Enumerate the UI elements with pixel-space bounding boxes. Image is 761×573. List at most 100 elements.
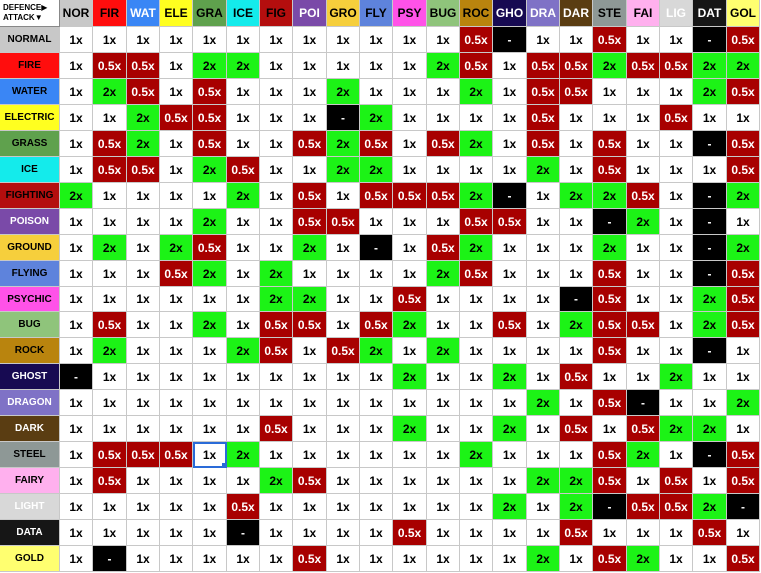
effectiveness-cell[interactable]: 2x bbox=[227, 338, 260, 364]
effectiveness-cell[interactable]: 1x bbox=[193, 520, 227, 546]
effectiveness-cell[interactable]: 2x bbox=[593, 183, 627, 209]
effectiveness-cell[interactable]: 0.5x bbox=[593, 157, 627, 183]
effectiveness-cell[interactable]: 1x bbox=[293, 53, 327, 79]
column-header-fir[interactable]: FIR bbox=[93, 0, 127, 27]
effectiveness-cell[interactable]: - bbox=[60, 364, 93, 390]
effectiveness-cell[interactable]: 2x bbox=[693, 312, 727, 338]
effectiveness-cell[interactable]: 0.5x bbox=[460, 27, 493, 53]
effectiveness-cell[interactable]: 1x bbox=[460, 287, 493, 312]
effectiveness-cell[interactable]: 2x bbox=[727, 235, 760, 261]
effectiveness-cell[interactable]: 1x bbox=[127, 364, 160, 390]
effectiveness-cell[interactable]: 1x bbox=[227, 546, 260, 572]
effectiveness-cell[interactable]: 0.5x bbox=[93, 468, 127, 494]
effectiveness-cell[interactable]: 1x bbox=[327, 494, 360, 520]
effectiveness-cell[interactable]: 2x bbox=[227, 183, 260, 209]
effectiveness-cell[interactable]: 1x bbox=[460, 312, 493, 338]
effectiveness-cell[interactable]: 1x bbox=[193, 183, 227, 209]
row-header-fire[interactable]: FIRE bbox=[0, 53, 60, 79]
effectiveness-cell[interactable]: 1x bbox=[327, 442, 360, 468]
effectiveness-cell[interactable]: 1x bbox=[493, 287, 527, 312]
effectiveness-cell[interactable]: 1x bbox=[560, 261, 593, 287]
effectiveness-cell[interactable]: 1x bbox=[493, 468, 527, 494]
row-header-psychic[interactable]: PSYCHIC bbox=[0, 287, 60, 312]
effectiveness-cell[interactable]: 2x bbox=[727, 183, 760, 209]
effectiveness-cell[interactable]: 2x bbox=[193, 209, 227, 235]
column-header-bug[interactable]: BUG bbox=[427, 0, 460, 27]
column-header-wat[interactable]: WAT bbox=[127, 0, 160, 27]
effectiveness-cell[interactable]: 1x bbox=[427, 287, 460, 312]
effectiveness-cell[interactable]: 1x bbox=[627, 79, 660, 105]
effectiveness-cell[interactable]: 0.5x bbox=[193, 235, 227, 261]
effectiveness-cell[interactable]: 1x bbox=[527, 209, 560, 235]
effectiveness-cell[interactable]: 1x bbox=[427, 520, 460, 546]
effectiveness-cell[interactable]: 1x bbox=[660, 27, 693, 53]
effectiveness-cell[interactable]: 0.5x bbox=[293, 183, 327, 209]
effectiveness-cell[interactable]: 1x bbox=[160, 209, 193, 235]
effectiveness-cell[interactable]: 2x bbox=[360, 338, 393, 364]
effectiveness-cell[interactable]: 1x bbox=[693, 364, 727, 390]
effectiveness-cell[interactable]: 1x bbox=[127, 494, 160, 520]
effectiveness-cell[interactable]: 2x bbox=[527, 390, 560, 416]
effectiveness-cell[interactable]: 0.5x bbox=[393, 287, 427, 312]
effectiveness-cell[interactable]: 1x bbox=[460, 364, 493, 390]
column-header-fig[interactable]: FIG bbox=[260, 0, 293, 27]
effectiveness-cell[interactable]: 0.5x bbox=[327, 338, 360, 364]
effectiveness-cell[interactable]: 0.5x bbox=[493, 209, 527, 235]
effectiveness-cell[interactable]: 1x bbox=[160, 520, 193, 546]
effectiveness-cell[interactable]: 0.5x bbox=[560, 416, 593, 442]
effectiveness-cell[interactable]: 2x bbox=[560, 494, 593, 520]
effectiveness-cell[interactable]: 1x bbox=[727, 416, 760, 442]
effectiveness-cell[interactable]: 1x bbox=[160, 338, 193, 364]
column-header-poi[interactable]: POI bbox=[293, 0, 327, 27]
effectiveness-cell[interactable]: 1x bbox=[160, 546, 193, 572]
effectiveness-cell[interactable]: 1x bbox=[693, 157, 727, 183]
effectiveness-cell[interactable]: 1x bbox=[560, 546, 593, 572]
effectiveness-cell[interactable]: 1x bbox=[393, 235, 427, 261]
effectiveness-cell[interactable]: 1x bbox=[660, 312, 693, 338]
effectiveness-cell[interactable]: 0.5x bbox=[193, 105, 227, 131]
effectiveness-cell[interactable]: 2x bbox=[460, 442, 493, 468]
effectiveness-cell[interactable]: 1x bbox=[127, 468, 160, 494]
effectiveness-cell[interactable]: 1x bbox=[660, 157, 693, 183]
effectiveness-cell[interactable]: 1x bbox=[60, 131, 93, 157]
effectiveness-cell[interactable]: 1x bbox=[227, 364, 260, 390]
effectiveness-cell[interactable]: 1x bbox=[427, 364, 460, 390]
column-header-gra[interactable]: GRA bbox=[193, 0, 227, 27]
effectiveness-cell[interactable]: 1x bbox=[193, 390, 227, 416]
effectiveness-cell[interactable]: - bbox=[693, 183, 727, 209]
effectiveness-cell[interactable]: 1x bbox=[260, 235, 293, 261]
effectiveness-cell[interactable]: - bbox=[627, 390, 660, 416]
effectiveness-cell[interactable]: 1x bbox=[427, 416, 460, 442]
effectiveness-cell[interactable]: 1x bbox=[327, 416, 360, 442]
effectiveness-cell[interactable]: 1x bbox=[560, 442, 593, 468]
effectiveness-cell[interactable]: 1x bbox=[493, 235, 527, 261]
effectiveness-cell[interactable]: 2x bbox=[527, 468, 560, 494]
effectiveness-cell[interactable]: 1x bbox=[727, 364, 760, 390]
effectiveness-cell[interactable]: 1x bbox=[327, 520, 360, 546]
column-header-fly[interactable]: FLY bbox=[360, 0, 393, 27]
effectiveness-cell[interactable]: 1x bbox=[627, 364, 660, 390]
corner-header[interactable]: DEFENCE▶ ATTACK▼ bbox=[0, 0, 60, 27]
effectiveness-cell[interactable]: 0.5x bbox=[627, 494, 660, 520]
effectiveness-cell[interactable]: 0.5x bbox=[627, 183, 660, 209]
column-header-fai[interactable]: FAI bbox=[627, 0, 660, 27]
effectiveness-cell[interactable]: 2x bbox=[93, 79, 127, 105]
effectiveness-cell[interactable]: 1x bbox=[327, 183, 360, 209]
column-header-ele[interactable]: ELE bbox=[160, 0, 193, 27]
effectiveness-cell[interactable]: 1x bbox=[627, 338, 660, 364]
effectiveness-cell[interactable]: 0.5x bbox=[227, 494, 260, 520]
effectiveness-cell[interactable]: 0.5x bbox=[593, 261, 627, 287]
row-header-normal[interactable]: NORMAL bbox=[0, 27, 60, 53]
effectiveness-cell[interactable]: 1x bbox=[493, 131, 527, 157]
effectiveness-cell[interactable]: 2x bbox=[693, 287, 727, 312]
effectiveness-cell[interactable]: 2x bbox=[593, 235, 627, 261]
effectiveness-cell[interactable]: 0.5x bbox=[627, 416, 660, 442]
effectiveness-cell[interactable]: 1x bbox=[327, 390, 360, 416]
effectiveness-cell[interactable]: 0.5x bbox=[460, 53, 493, 79]
effectiveness-cell[interactable]: 1x bbox=[127, 261, 160, 287]
effectiveness-cell[interactable]: 1x bbox=[660, 287, 693, 312]
effectiveness-cell[interactable]: - bbox=[693, 27, 727, 53]
effectiveness-cell[interactable]: 0.5x bbox=[560, 53, 593, 79]
effectiveness-cell[interactable]: - bbox=[93, 546, 127, 572]
row-header-ice[interactable]: ICE bbox=[0, 157, 60, 183]
